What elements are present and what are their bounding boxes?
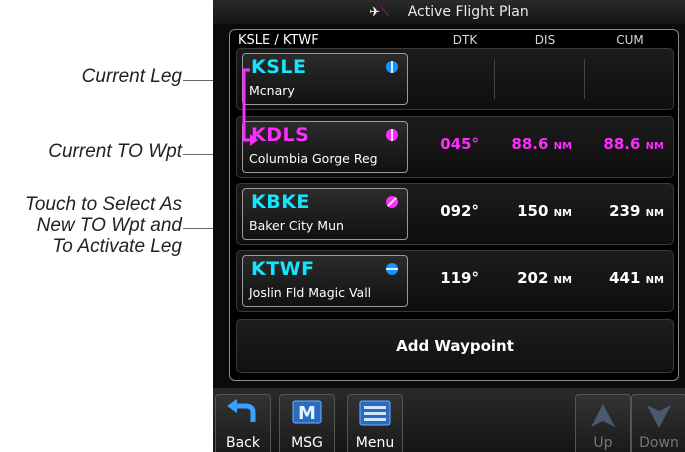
callout-touch-line-3: To Activate Leg [52, 236, 182, 257]
dtk-value: 119° [440, 269, 479, 287]
msg-label: MSG [291, 435, 323, 451]
waypoint-button-3[interactable]: KBKE Baker City Mun [242, 188, 408, 240]
title-bar: ✈⟍ Active Flight Plan [213, 0, 685, 24]
waypoint-button-4[interactable]: KTWF Joslin Fld Magic Vall [242, 255, 408, 307]
callout-current-to-wpt: Current TO Wpt [48, 141, 182, 162]
callout-touch-line-1: Touch to Select As [24, 194, 182, 215]
waypoint-ident: KTWF [251, 258, 315, 280]
column-header-cum: CUM [616, 33, 644, 47]
fpl-row-2: KDLS Columbia Gorge Reg 045° 88.6 NM 88.… [236, 116, 674, 178]
up-arrow-icon [591, 404, 615, 427]
callout-touch-to-select: Touch to Select As New TO Wpt and To Act… [25, 194, 182, 257]
cum-value: 88.6 NM [603, 135, 664, 153]
dis-value: 202 NM [517, 269, 572, 287]
down-button[interactable]: Down [631, 394, 685, 452]
fpl-row-4: KTWF Joslin Fld Magic Vall 119° 202 NM 4… [236, 250, 674, 312]
airport-icon [386, 61, 398, 73]
waypoint-name: Joslin Fld Magic Vall [249, 285, 372, 300]
waypoint-ident: KBKE [251, 191, 310, 213]
down-label: Down [639, 435, 679, 451]
airplane-icon: ✈⟍ [369, 5, 390, 20]
cum-value: 239 NM [609, 202, 664, 220]
up-button[interactable]: Up [575, 394, 631, 452]
menu-icon [359, 400, 391, 426]
dis-value: 88.6 NM [511, 135, 572, 153]
down-arrow-icon [647, 405, 671, 428]
dtk-value: 045° [440, 135, 479, 153]
fpl-row-1: KSLE Mcnary [236, 48, 674, 110]
bottom-toolbar: Back M MSG Menu Up Down [213, 388, 685, 452]
dtk-value: 092° [440, 202, 479, 220]
cum-value: 441 NM [609, 269, 664, 287]
airport-icon [386, 196, 398, 208]
callout-touch-line-2: New TO Wpt and [36, 215, 182, 236]
back-arrow-icon [227, 399, 256, 422]
back-button[interactable]: Back [215, 394, 271, 452]
menu-button[interactable]: Menu [347, 394, 403, 452]
column-header-dis: DIS [534, 33, 556, 47]
column-header-dtk: DTK [452, 33, 478, 47]
message-icon: M [292, 400, 322, 424]
back-label: Back [226, 435, 260, 451]
menu-label: Menu [355, 435, 395, 451]
waypoint-name: Baker City Mun [249, 218, 344, 233]
active-leg-arrow-icon [242, 68, 258, 146]
up-label: Up [593, 435, 613, 451]
column-divider [584, 59, 585, 99]
callout-current-leg: Current Leg [81, 66, 182, 87]
dis-value: 150 NM [517, 202, 572, 220]
msg-button[interactable]: M MSG [279, 394, 335, 452]
fpl-row-3: KBKE Baker City Mun 092° 150 NM 239 NM [236, 183, 674, 245]
airport-icon [386, 129, 398, 141]
page-title: Active Flight Plan [407, 4, 529, 20]
device-screen: ✈⟍ Active Flight Plan KSLE / KTWF DTK DI… [213, 0, 685, 452]
airport-icon [386, 263, 398, 275]
column-divider [494, 59, 495, 99]
svg-text:M: M [298, 403, 316, 424]
add-waypoint-button[interactable]: Add Waypoint [236, 319, 674, 373]
flight-plan-panel: KSLE / KTWF DTK DIS CUM KSLE Mcnary KDLS… [229, 29, 679, 381]
